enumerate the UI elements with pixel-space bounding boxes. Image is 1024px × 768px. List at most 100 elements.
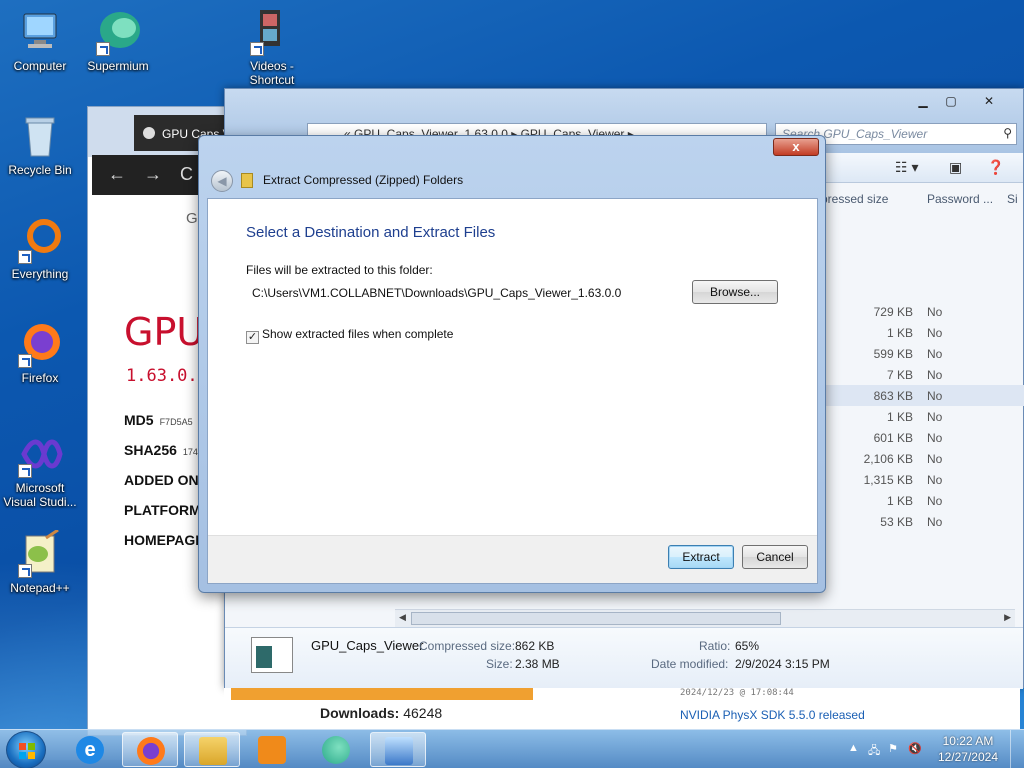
- preview-pane-icon[interactable]: ▣: [949, 159, 962, 176]
- checkbox-checked-icon[interactable]: ✓: [246, 331, 259, 344]
- checkbox-label: Show extracted files when complete: [262, 327, 454, 341]
- search-icon: ⚲: [1003, 126, 1012, 140]
- file-row[interactable]: 2,106 KB No: [805, 448, 1024, 469]
- column-compressed-size[interactable]: pressed size: [821, 192, 888, 206]
- added-on-label: ADDED ON: [124, 472, 199, 488]
- close-button[interactable]: ✕: [971, 92, 1007, 110]
- desktop-icon-videos[interactable]: Videos - Shortcut: [234, 8, 310, 87]
- minimize-button[interactable]: ▁: [909, 92, 937, 110]
- cancel-button[interactable]: Cancel: [742, 545, 808, 569]
- taskbar-supermium[interactable]: [308, 732, 364, 767]
- desktop-icon-firefox[interactable]: Firefox: [2, 320, 78, 385]
- firefox-icon: [137, 737, 165, 765]
- page-title: GPU: [124, 310, 205, 354]
- volume-muted-icon[interactable]: 🔇: [908, 742, 922, 755]
- show-files-checkbox[interactable]: ✓ Show extracted files when complete: [246, 327, 453, 344]
- view-options-icon[interactable]: ☷ ▾: [895, 159, 918, 176]
- internet-explorer-icon: e: [76, 736, 104, 764]
- taskbar-file-explorer[interactable]: [184, 732, 240, 767]
- desktop-icon-label: Computer: [13, 59, 67, 73]
- action-center-flag-icon[interactable]: ⚑: [888, 742, 898, 755]
- show-desktop-button[interactable]: [1010, 730, 1024, 768]
- file-row[interactable]: 729 KB No: [805, 301, 1024, 322]
- desktop-icon-label: Everything: [11, 267, 69, 281]
- file-row[interactable]: 1,315 KB No: [805, 469, 1024, 490]
- file-list: 729 KB No 1 KB No 599 KB No 7 KB No 863 KB No…: [805, 301, 1024, 532]
- supermium-icon: [322, 736, 350, 764]
- windows-logo-icon: [19, 743, 35, 759]
- shortcut-arrow-icon: [18, 564, 32, 578]
- taskbar: e ▲ 🖧 ⚑ 🔇 10:22 AM 12/27/2024: [0, 729, 1024, 768]
- desktop-icon-visual-studio[interactable]: Microsoft Visual Studi...: [2, 430, 78, 509]
- clock[interactable]: 10:22 AM 12/27/2024: [938, 733, 998, 765]
- desktop-icon-label: Notepad++: [10, 581, 70, 595]
- desktop-icon-label-line2: Visual Studi...: [3, 495, 77, 509]
- extract-button[interactable]: Extract: [668, 545, 734, 569]
- desktop-icon-supermium[interactable]: Supermium: [80, 8, 156, 73]
- desktop-icon-computer[interactable]: Computer: [2, 8, 78, 73]
- notepad-plus-icon: [16, 528, 64, 578]
- column-password[interactable]: Password ...: [927, 192, 993, 206]
- desktop-icon-label: Recycle Bin: [8, 163, 72, 177]
- sha256-label: SHA256: [124, 442, 177, 458]
- desktop-icon-notepad-plus[interactable]: Notepad++: [2, 528, 78, 595]
- recycle-bin-icon: [16, 112, 64, 160]
- taskbar-system-info[interactable]: [370, 732, 426, 767]
- browse-button[interactable]: Browse...: [692, 280, 778, 304]
- start-button[interactable]: [6, 731, 46, 768]
- date-modified-label: Date modified:: [651, 657, 729, 671]
- dialog-close-button[interactable]: x: [773, 138, 819, 156]
- maximize-button[interactable]: ▢: [937, 92, 965, 110]
- sha256-row: SHA256 174: [124, 442, 198, 458]
- clock-time: 10:22 AM: [942, 734, 994, 748]
- md5-value: F7D5A5: [159, 417, 193, 427]
- file-row[interactable]: 601 KB No: [805, 427, 1024, 448]
- file-row[interactable]: 1 KB No: [805, 490, 1024, 511]
- compressed-size-value: 862 KB: [515, 639, 555, 653]
- show-hidden-icons-icon[interactable]: ▲: [848, 742, 859, 754]
- file-row[interactable]: 599 KB No: [805, 343, 1024, 364]
- column-extra[interactable]: Si: [1007, 192, 1018, 206]
- md5-row: MD5 F7D5A5: [124, 412, 193, 428]
- back-arrow-icon[interactable]: ◀: [211, 170, 233, 192]
- folder-label: Files will be extracted to this folder:: [246, 263, 433, 277]
- md5-label: MD5: [124, 412, 154, 428]
- file-row-selected[interactable]: 863 KB No: [805, 385, 1024, 406]
- date-modified-value: 2/9/2024 3:15 PM: [735, 657, 830, 671]
- taskbar-firefox[interactable]: [122, 732, 178, 767]
- taskbar-media-player[interactable]: [244, 732, 300, 767]
- zip-folder-icon: [241, 173, 253, 188]
- scrollbar-thumb[interactable]: [411, 612, 781, 625]
- network-icon[interactable]: 🖧: [868, 742, 880, 761]
- file-row[interactable]: 53 KB No: [805, 511, 1024, 532]
- downloads-value: 46248: [403, 705, 443, 721]
- size-value: 2.38 MB: [515, 657, 560, 671]
- desktop-icon-label-line2: Shortcut: [249, 73, 295, 87]
- shortcut-arrow-icon: [18, 464, 32, 478]
- downloads-label: Downloads:: [320, 705, 400, 721]
- scroll-right-icon[interactable]: ▶: [1004, 612, 1011, 623]
- horizontal-scrollbar[interactable]: ◀ ▶: [395, 609, 1015, 627]
- desktop-icon-recycle-bin[interactable]: Recycle Bin: [2, 112, 78, 177]
- system-info-icon: [385, 737, 413, 765]
- news-link[interactable]: NVIDIA PhysX SDK 5.5.0 released: [680, 708, 865, 722]
- file-row[interactable]: 7 KB No: [805, 364, 1024, 385]
- firefox-icon: [16, 320, 64, 368]
- homepage-label: HOMEPAGE: [124, 532, 205, 548]
- help-icon[interactable]: ❓: [987, 159, 1004, 176]
- taskbar-ie[interactable]: e: [62, 732, 118, 767]
- extract-dialog[interactable]: x ◀ Extract Compressed (Zipped) Folders …: [198, 135, 826, 593]
- gear-favicon-icon: [143, 127, 155, 139]
- desktop-icon-everything[interactable]: Everything: [2, 216, 78, 281]
- file-row[interactable]: 1 KB No: [805, 406, 1024, 427]
- reload-icon[interactable]: C: [180, 164, 193, 185]
- forward-arrow-icon[interactable]: →: [144, 164, 162, 185]
- computer-icon: [16, 8, 64, 56]
- download-button-edge[interactable]: [231, 688, 533, 700]
- back-arrow-icon[interactable]: ←: [108, 164, 126, 185]
- dialog-title: Extract Compressed (Zipped) Folders: [263, 173, 464, 187]
- file-row[interactable]: 1 KB No: [805, 322, 1024, 343]
- everything-icon: [16, 216, 64, 264]
- ratio-value: 65%: [735, 639, 760, 653]
- scroll-left-icon[interactable]: ◀: [399, 612, 406, 623]
